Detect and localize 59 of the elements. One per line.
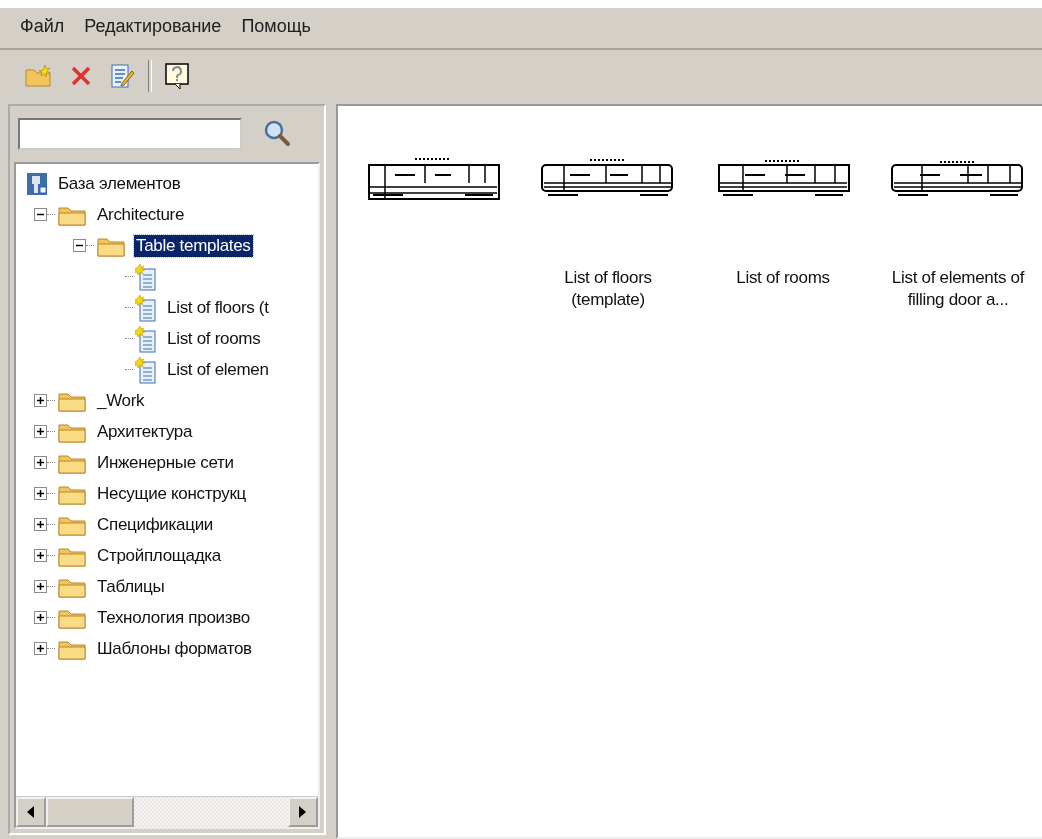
left-arrow-icon — [27, 806, 35, 818]
search-button[interactable] — [262, 119, 292, 149]
expand-toggle[interactable] — [34, 642, 47, 655]
edit-document-icon — [110, 63, 136, 89]
tree-item[interactable]: Технология произво — [95, 606, 252, 629]
help-icon — [164, 62, 190, 90]
scroll-left-button[interactable] — [16, 797, 46, 827]
table-document-icon — [135, 293, 157, 322]
tree-item[interactable]: Стройплощадка — [95, 544, 223, 567]
tree-item[interactable]: Table templates — [134, 234, 253, 257]
plus-icon — [36, 582, 45, 591]
tree-item[interactable]: List of rooms — [165, 327, 263, 350]
tree-item[interactable]: _Work — [95, 389, 147, 412]
horizontal-scrollbar[interactable] — [16, 796, 318, 827]
expand-toggle[interactable] — [34, 518, 47, 531]
tree-item[interactable]: Несущие конструкц — [95, 482, 248, 505]
plus-icon — [36, 613, 45, 622]
tree-item[interactable]: Инженерные сети — [95, 451, 236, 474]
expand-toggle[interactable] — [34, 611, 47, 624]
template-label[interactable]: List of floors (template) — [538, 267, 678, 312]
tree-item[interactable]: Таблицы — [95, 575, 167, 598]
search-icon — [263, 119, 291, 147]
scrollbar-thumb[interactable] — [46, 797, 134, 827]
plus-icon — [36, 489, 45, 498]
expand-toggle[interactable] — [34, 549, 47, 562]
scroll-right-button[interactable] — [288, 797, 318, 827]
database-icon — [26, 171, 48, 196]
tree-item[interactable]: Спецификации — [95, 513, 216, 536]
expand-toggle[interactable] — [34, 394, 47, 407]
menu-item[interactable]: Редактирование — [84, 16, 222, 48]
table-document-icon — [135, 262, 157, 291]
template-label[interactable]: List of elements of filling door a... — [888, 267, 1028, 312]
tree-item[interactable]: Архитектура — [95, 420, 195, 443]
menu-item[interactable]: Файл — [20, 16, 65, 48]
table-document-icon — [135, 355, 157, 384]
plus-icon — [36, 551, 45, 560]
expand-toggle[interactable] — [34, 425, 47, 438]
expand-toggle[interactable] — [34, 580, 47, 593]
delete-icon — [70, 65, 92, 87]
plus-icon — [36, 520, 45, 529]
tree-item[interactable]: Шаблоны форматов — [95, 637, 254, 660]
new-folder-icon — [25, 64, 53, 88]
tree-item[interactable]: List of elemen — [165, 358, 271, 381]
plus-icon — [36, 396, 45, 405]
template-label[interactable]: List of rooms — [736, 267, 830, 290]
table-document-icon — [135, 324, 157, 353]
expand-toggle[interactable] — [34, 456, 47, 469]
tree-item[interactable]: База элементов — [56, 172, 183, 195]
tree-item[interactable]: Architecture — [95, 203, 187, 226]
tree-item[interactable]: List of floors (t — [165, 296, 271, 319]
right-arrow-icon — [299, 806, 307, 818]
plus-icon — [36, 458, 45, 467]
collapse-toggle[interactable] — [34, 208, 47, 221]
collapse-toggle[interactable] — [73, 239, 86, 252]
plus-icon — [36, 644, 45, 653]
plus-icon — [36, 427, 45, 436]
search-field[interactable] — [18, 118, 242, 150]
expand-toggle[interactable] — [34, 487, 47, 500]
menu-item[interactable]: Помощь — [241, 16, 311, 48]
